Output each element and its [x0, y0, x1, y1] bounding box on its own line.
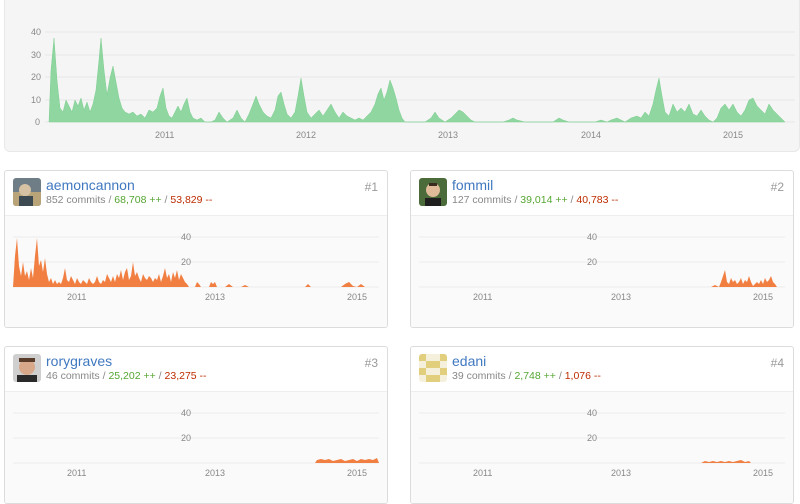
commit-count: 46 commits — [46, 370, 100, 382]
x-tick-label: 2013 — [205, 468, 225, 478]
x-tick-label: 2011 — [155, 130, 174, 140]
y-tick-label: 20 — [587, 257, 597, 267]
x-tick-label: 2011 — [473, 468, 492, 478]
contributor-card: edani 39 commits / 2,748 ++ / 1,076 -- #… — [410, 346, 794, 504]
y-tick-label: 20 — [181, 433, 191, 443]
contributor-stats: 46 commits / 25,202 ++ / 23,275 -- — [46, 370, 207, 382]
contributor-username-link[interactable]: rorygraves — [46, 353, 112, 369]
contributor-card: fommil 127 commits / 39,014 ++ / 40,783 … — [410, 170, 794, 328]
avatar[interactable] — [13, 354, 41, 382]
deletions-count: 40,783 -- — [576, 194, 619, 206]
x-tick-label: 2011 — [67, 468, 86, 478]
x-tick-label: 2011 — [67, 292, 86, 302]
additions-count: 68,708 ++ — [114, 194, 162, 206]
deletions-count: 1,076 -- — [564, 370, 601, 382]
additions-count: 25,202 ++ — [108, 370, 156, 382]
avatar[interactable] — [13, 178, 41, 206]
contributor-activity-area — [315, 458, 379, 463]
x-tick-label: 2013 — [205, 292, 225, 302]
contributor-card: aemoncannon 852 commits / 68,708 ++ / 53… — [4, 170, 388, 328]
contributor-chart: 40 20 2011 2013 2015 — [5, 215, 387, 327]
contributor-stats: 127 commits / 39,014 ++ / 40,783 -- — [452, 194, 619, 206]
x-tick-label: 2015 — [753, 468, 773, 478]
avatar[interactable] — [419, 178, 447, 206]
x-tick-label: 2013 — [438, 130, 458, 140]
commit-count: 127 commits — [452, 194, 512, 206]
contributor-activity-area — [701, 460, 751, 463]
contributor-header: fommil 127 commits / 39,014 ++ / 40,783 … — [411, 171, 793, 215]
commit-count: 39 commits — [452, 370, 506, 382]
x-tick-label: 2012 — [296, 130, 316, 140]
y-tick-label: 40 — [181, 408, 191, 418]
contributor-header: edani 39 commits / 2,748 ++ / 1,076 -- #… — [411, 347, 793, 391]
contributor-rank: #1 — [364, 180, 378, 194]
y-tick-label: 20 — [31, 72, 41, 82]
y-tick-label: 30 — [31, 50, 41, 60]
additions-count: 2,748 ++ — [514, 370, 556, 382]
contributor-username-link[interactable]: aemoncannon — [46, 177, 135, 193]
deletions-count: 53,829 -- — [170, 194, 213, 206]
commits-overview-chart: 40 30 20 10 0 2011 2012 2013 2014 2015 — [31, 27, 795, 140]
contributor-chart: 40 20 2011 2013 2015 — [5, 391, 387, 503]
y-tick-label: 40 — [587, 408, 597, 418]
contributor-chart: 40 20 2011 2013 2015 — [411, 391, 793, 503]
commit-count: 852 commits — [46, 194, 106, 206]
contributor-stats: 39 commits / 2,748 ++ / 1,076 -- — [452, 370, 601, 382]
contributor-chart: 40 20 2011 2013 2015 — [411, 215, 793, 327]
contributor-header: aemoncannon 852 commits / 68,708 ++ / 53… — [5, 171, 387, 215]
contributor-rank: #2 — [770, 180, 784, 194]
y-tick-label: 20 — [587, 433, 597, 443]
contributor-stats: 852 commits / 68,708 ++ / 53,829 -- — [46, 194, 213, 206]
commits-overview-panel: 40 30 20 10 0 2011 2012 2013 2014 2015 — [4, 0, 800, 152]
y-tick-label: 10 — [31, 95, 41, 105]
contributor-rank: #4 — [770, 356, 784, 370]
avatar[interactable] — [419, 354, 447, 382]
x-tick-label: 2013 — [611, 292, 631, 302]
x-tick-label: 2015 — [347, 292, 367, 302]
deletions-count: 23,275 -- — [164, 370, 207, 382]
contributor-username-link[interactable]: fommil — [452, 177, 493, 193]
x-tick-label: 2013 — [611, 468, 631, 478]
contributor-activity-area — [711, 270, 777, 287]
y-tick-label: 40 — [587, 232, 597, 242]
x-tick-label: 2011 — [473, 292, 492, 302]
y-tick-label: 0 — [35, 117, 40, 127]
contributor-card: rorygraves 46 commits / 25,202 ++ / 23,2… — [4, 346, 388, 504]
commits-area — [48, 37, 786, 123]
additions-count: 39,014 ++ — [520, 194, 568, 206]
x-tick-label: 2015 — [723, 130, 743, 140]
x-tick-label: 2015 — [753, 292, 773, 302]
contributor-username-link[interactable]: edani — [452, 353, 486, 369]
contributor-header: rorygraves 46 commits / 25,202 ++ / 23,2… — [5, 347, 387, 391]
contributor-rank: #3 — [364, 356, 378, 370]
x-tick-label: 2014 — [581, 130, 601, 140]
x-tick-label: 2015 — [347, 468, 367, 478]
y-tick-label: 40 — [31, 27, 41, 37]
y-tick-label: 40 — [181, 232, 191, 242]
y-tick-label: 20 — [181, 257, 191, 267]
